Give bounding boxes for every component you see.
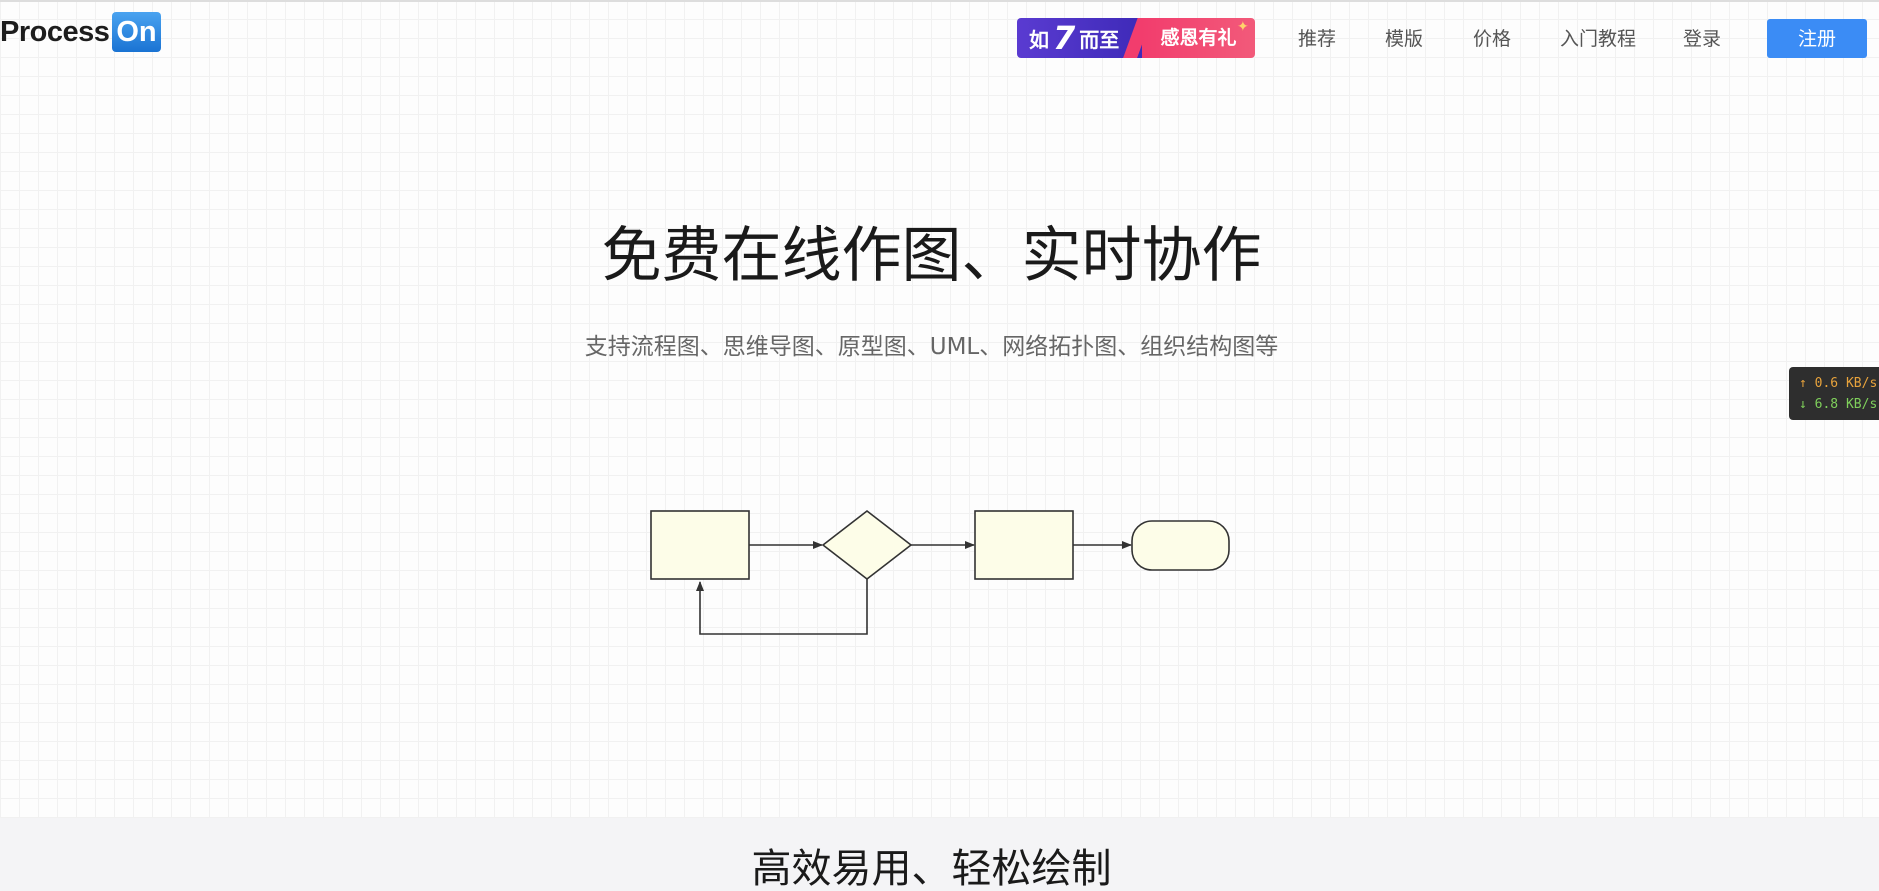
flow-process-box-1 bbox=[650, 510, 750, 580]
flow-decision-diamond bbox=[821, 509, 913, 581]
flow-process-box-2 bbox=[974, 510, 1074, 580]
feature-title: 高效易用、轻松绘制 bbox=[751, 846, 1112, 891]
upload-speed: ↑ 0.6 KB/s bbox=[1799, 376, 1878, 391]
network-speed-widget: ↑ 0.6 KB/s ↓ 6.8 KB/s bbox=[1789, 367, 1879, 420]
flow-terminator bbox=[1131, 520, 1230, 571]
flowchart-illustration bbox=[650, 509, 1230, 635]
flow-loop-arrow bbox=[696, 579, 868, 635]
feature-section: 高效易用、轻松绘制 bbox=[0, 818, 1879, 891]
download-speed: ↓ 6.8 KB/s bbox=[1799, 397, 1878, 412]
page: Process On 如 7 而至 感恩有礼 ✦ 推荐 模版 价格 入门教程 登… bbox=[0, 0, 1879, 891]
